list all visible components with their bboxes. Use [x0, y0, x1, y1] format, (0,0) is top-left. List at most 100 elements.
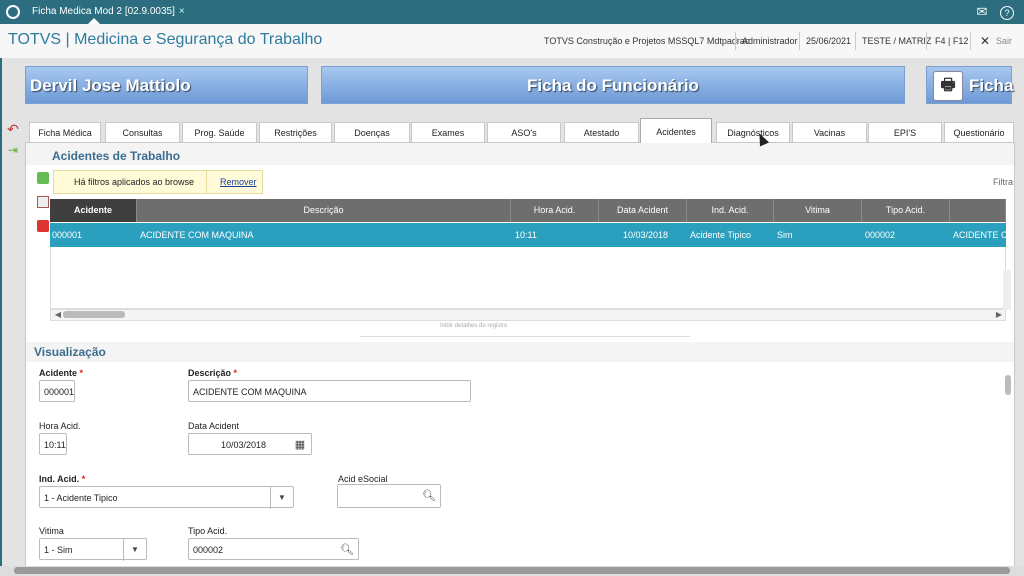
col-descricao[interactable]: Descrição: [137, 199, 511, 222]
tab-asos[interactable]: ASO's: [487, 122, 561, 142]
divider: [970, 32, 971, 50]
grid-vertical-scrollbar[interactable]: [1003, 270, 1011, 310]
app-logo-icon[interactable]: [6, 5, 20, 19]
divider: [360, 336, 690, 337]
chevron-down-icon[interactable]: ▼: [270, 487, 293, 509]
col-ind[interactable]: Ind. Acid.: [687, 199, 774, 222]
cell-descricao: ACIDENTE COM MAQUINA: [140, 230, 254, 240]
section-header-bar: [26, 342, 1014, 362]
details-toggle[interactable]: Inibir detalhes do registro: [440, 323, 507, 329]
edit-icon[interactable]: [37, 196, 49, 208]
tab-consultas[interactable]: Consultas: [105, 122, 180, 142]
cell-hora: 10:11: [515, 230, 537, 240]
cell-vitima: Sim: [777, 230, 793, 240]
user-info: Administrador: [742, 36, 798, 46]
tab-exames[interactable]: Exames: [411, 122, 485, 142]
ind-select[interactable]: 1 - Acidente Tipico ▼: [39, 486, 294, 509]
col-acidente[interactable]: Acidente: [50, 199, 137, 222]
hora-field[interactable]: 10:11: [39, 433, 67, 455]
ind-select-value: 1 - Acidente Tipico: [44, 493, 118, 503]
col-hora[interactable]: Hora Acid.: [511, 199, 599, 222]
esocial-field[interactable]: 🔍︎: [337, 484, 441, 508]
tab-atestado[interactable]: Atestado: [564, 122, 639, 142]
data-label: Data Acident: [188, 421, 240, 431]
help-icon[interactable]: ?: [1000, 6, 1014, 20]
add-icon[interactable]: [37, 172, 49, 184]
calendar-icon[interactable]: ▦: [289, 434, 311, 456]
printer-icon: 🖶: [933, 71, 963, 101]
cell-extra: ACIDENTE CO: [953, 230, 1006, 240]
scrollbar-thumb[interactable]: [14, 567, 1010, 574]
data-field[interactable]: 10/03/2018 ▦: [188, 433, 312, 455]
print-ficha-label: Ficha: [969, 76, 1014, 95]
shortcut-info: F4 | F12: [935, 36, 969, 46]
descricao-label: Descrição *: [188, 368, 238, 378]
close-icon[interactable]: ×: [179, 6, 185, 17]
filter-label[interactable]: Filtra: [993, 177, 1013, 187]
window-topbar: Ficha Medica Mod 2 [02.9.0035] × ✉ ?: [0, 0, 1024, 24]
app-header: TOTVS | Medicina e Segurança do Trabalho…: [0, 24, 1024, 59]
col-extra[interactable]: [950, 199, 1006, 222]
vitima-label: Vitima: [39, 526, 64, 536]
remove-filter-link[interactable]: Remover: [220, 177, 257, 187]
tab-questionario[interactable]: Questionário: [944, 122, 1014, 142]
chevron-down-icon[interactable]: ▼: [123, 539, 146, 561]
vitima-select-value: 1 - Sim: [44, 545, 73, 555]
col-vitima[interactable]: Vitima: [774, 199, 862, 222]
col-data[interactable]: Data Acident: [599, 199, 687, 222]
tipo-field-value: 000002: [193, 545, 224, 555]
scroll-right-icon[interactable]: ▶: [993, 309, 1005, 321]
tab-diagnosticos[interactable]: Diagnósticos: [716, 122, 790, 142]
window-tab[interactable]: Ficha Medica Mod 2 [02.9.0035] ×: [28, 2, 189, 22]
divider: [799, 32, 800, 50]
date-info: 25/06/2021: [806, 36, 852, 46]
cell-acidente: 000001: [52, 230, 83, 240]
tab-bar: Ficha Médica Consultas Prog. Saúde Restr…: [25, 118, 1015, 143]
exit-door-icon[interactable]: ⇥: [6, 143, 20, 157]
acidente-field[interactable]: 000001: [39, 380, 75, 402]
tab-epis[interactable]: EPI'S: [868, 122, 942, 142]
search-icon[interactable]: 🔍︎: [418, 485, 440, 507]
tab-vacinas[interactable]: Vacinas: [792, 122, 867, 142]
vitima-select[interactable]: 1 - Sim ▼: [39, 538, 147, 561]
tab-acidentes[interactable]: Acidentes: [640, 118, 712, 143]
accidents-section-title: Acidentes de Trabalho: [52, 149, 181, 163]
screen-title-banner: Ficha do Funcionário: [321, 66, 905, 104]
tipo-field[interactable]: 000002 🔍︎: [188, 538, 359, 560]
tab-restricoes[interactable]: Restrições: [259, 122, 332, 142]
hora-label: Hora Acid.: [39, 421, 81, 431]
tipo-label: Tipo Acid.: [188, 526, 228, 536]
exit-button[interactable]: Sair: [996, 36, 1012, 46]
visualizacao-section-title: Visualização: [34, 345, 106, 359]
tab-prog-saude[interactable]: Prog. Saúde: [182, 122, 257, 142]
descricao-field[interactable]: ACIDENTE COM MAQUINA: [188, 380, 471, 402]
scrollbar-thumb[interactable]: [63, 311, 125, 318]
filter-notice-text: Há filtros aplicados ao browse: [74, 177, 195, 187]
grid-header: Acidente Descrição Hora Acid. Data Acide…: [50, 199, 1006, 222]
branch-info: TESTE / MATRIZ: [862, 36, 932, 46]
cell-data: 10/03/2018: [623, 230, 669, 240]
employee-name-banner: Dervil Jose Mattiolo: [25, 66, 308, 104]
acidente-label: Acidente *: [39, 368, 84, 378]
mail-icon[interactable]: ✉: [974, 4, 990, 20]
search-icon[interactable]: 🔍︎: [336, 539, 358, 561]
ind-label: Ind. Acid. *: [39, 474, 86, 484]
tab-doencas[interactable]: Doenças: [334, 122, 410, 142]
exit-icon[interactable]: ✕: [980, 34, 990, 48]
delete-icon[interactable]: [37, 220, 49, 232]
tab-ficha-medica[interactable]: Ficha Médica: [29, 122, 101, 142]
window-tab-label: Ficha Medica Mod 2 [02.9.0035]: [32, 6, 175, 17]
scroll-left-icon[interactable]: ◀: [52, 309, 64, 321]
table-row[interactable]: 000001 ACIDENTE COM MAQUINA 10:11 10/03/…: [50, 223, 1006, 247]
grid-horizontal-scrollbar[interactable]: [50, 309, 1006, 321]
esocial-label: Acid eSocial: [338, 474, 388, 484]
divider: [926, 32, 927, 50]
app-title: TOTVS | Medicina e Segurança do Trabalho: [8, 31, 323, 48]
col-tipo[interactable]: Tipo Acid.: [862, 199, 950, 222]
undo-icon[interactable]: ↶: [6, 122, 20, 136]
form-vertical-scrollbar[interactable]: [1005, 375, 1011, 395]
data-field-value: 10/03/2018: [221, 440, 267, 450]
cell-ind: Acidente Tipico: [690, 230, 752, 240]
divider: [735, 32, 736, 50]
print-ficha-button[interactable]: 🖶 Ficha: [926, 66, 1014, 104]
